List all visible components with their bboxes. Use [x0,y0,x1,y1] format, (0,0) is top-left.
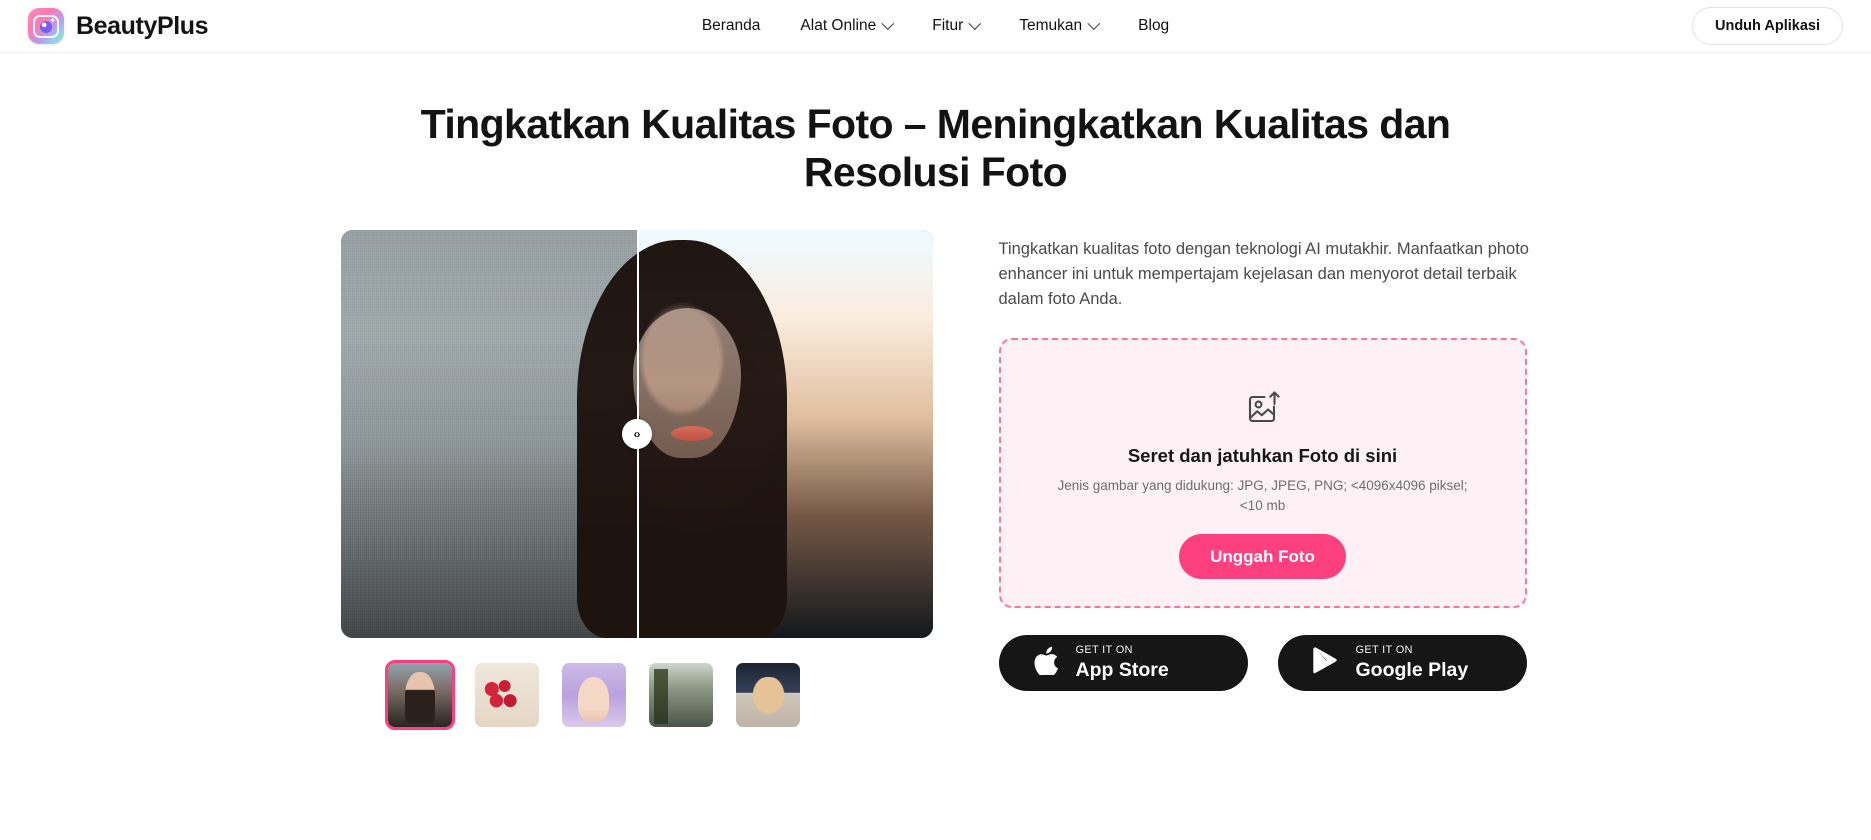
store-name: App Store [1075,658,1169,681]
google-play-button[interactable]: GET IT ON Google Play [1277,634,1527,691]
chevron-down-icon [968,16,982,30]
sample-thumbnail-list [341,659,933,730]
store-tagline: GET IT ON [1355,644,1413,657]
nav-item-fitur[interactable]: Fitur [932,16,982,35]
thumbnail-portrait-city[interactable] [384,659,455,730]
file-dropzone[interactable]: Seret dan jatuhkan Foto di sini Jenis ga… [998,337,1527,608]
upload-column: Tingkatkan kualitas foto dengan teknolog… [998,230,1531,691]
thumbnail-image [648,662,713,727]
nav-item-label: Fitur [932,17,964,34]
brand-name: BeautyPlus [76,11,209,40]
dropzone-supported-formats: Jenis gambar yang didukung: JPG, JPEG, P… [1057,477,1468,514]
thumbnail-raspberry-tart[interactable] [472,660,542,730]
thumbnail-coffee-shop[interactable] [646,660,716,730]
main-nav: Beranda Alat Online Fitur Temukan Blog [702,16,1169,35]
nav-item-label: Beranda [701,17,761,34]
comparison-column: ‹› [340,229,933,730]
before-after-comparison[interactable]: ‹› [340,229,933,638]
app-store-badges: GET IT ON App Store GET IT ON Google Pla… [998,634,1531,691]
nav-item-temukan[interactable]: Temukan [1019,16,1101,35]
upload-photo-button[interactable]: Unggah Foto [1179,534,1346,580]
store-name: Google Play [1355,658,1469,681]
dropzone-title: Seret dan jatuhkan Foto di sini [1127,444,1398,466]
google-play-icon [1312,646,1339,680]
image-upload-icon [1243,387,1283,432]
app-store-button[interactable]: GET IT ON App Store [998,634,1248,691]
apple-icon [1033,645,1059,680]
nav-item-label: Alat Online [800,17,877,34]
nav-item-beranda[interactable]: Beranda [702,17,761,35]
thumbnail-puppy[interactable] [733,660,803,730]
nav-item-blog[interactable]: Blog [1138,17,1169,35]
brand-logo[interactable]: ✦ BeautyPlus [28,8,209,44]
comparison-before-pane [340,229,637,638]
download-app-button[interactable]: Unduh Aplikasi [1692,7,1843,45]
hero-section: ‹› Tingkatkan kualitas foto dengan tekno… [340,229,1531,730]
thumbnail-portrait-flowers[interactable] [559,660,629,730]
beautyplus-camera-logo: ✦ [28,8,64,44]
sparkle-icon: ✦ [49,16,56,25]
chevron-down-icon [1087,16,1101,30]
thumbnail-image [735,662,800,727]
thumbnail-image [561,662,626,727]
comparison-slider-handle[interactable]: ‹› [621,418,652,449]
thumbnail-image [387,662,452,727]
hero-description: Tingkatkan kualitas foto dengan teknolog… [998,239,1529,308]
thumbnail-image [474,662,539,727]
chevron-down-icon [881,16,895,30]
nav-item-label: Blog [1138,17,1170,34]
nav-item-alat-online[interactable]: Alat Online [800,16,895,35]
site-header: ✦ BeautyPlus Beranda Alat Online Fitur T… [0,0,1871,53]
app-store-label: GET IT ON App Store [1075,644,1169,681]
page-body: Tingkatkan Kualitas Foto – Meningkatkan … [0,53,1871,730]
google-play-label: GET IT ON Google Play [1355,644,1469,681]
store-tagline: GET IT ON [1075,644,1133,657]
comparison-after-pane [636,229,933,638]
portrait-lips [670,425,713,441]
page-title: Tingkatkan Kualitas Foto – Meningkatkan … [420,101,1451,196]
nav-item-label: Temukan [1019,17,1083,34]
